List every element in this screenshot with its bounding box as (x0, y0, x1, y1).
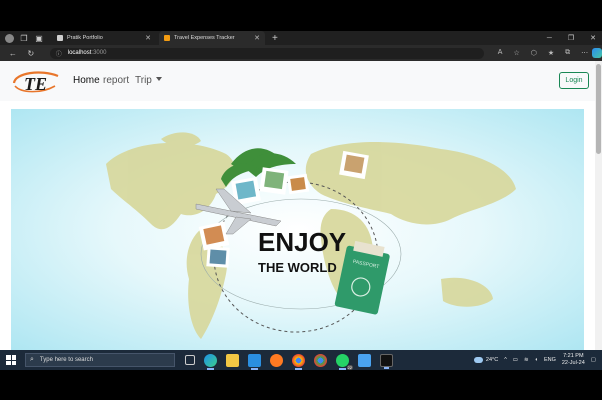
volume-icon[interactable]: ◖ (535, 357, 538, 363)
file-explorer-icon[interactable] (226, 353, 239, 367)
search-placeholder: Type here to search (39, 357, 93, 363)
favorites-icon[interactable]: ★ (548, 49, 554, 57)
windows-taskbar: ⌕ Type here to search 22 24°C ^ ▭ ≋ ◖ EN… (0, 350, 602, 370)
brand-logo[interactable]: TE (11, 70, 61, 94)
files-icon[interactable] (358, 353, 371, 367)
caret-down-icon (155, 77, 162, 81)
search-icon: ⌕ (30, 356, 34, 363)
tab-travel-expenses-tracker[interactable]: Travel Expenses Tracker ✕ (159, 31, 265, 45)
refresh-icon[interactable]: ↻ (26, 49, 36, 58)
system-tray: 24°C ^ ▭ ≋ ◖ ENG 7:21 PM 22-Jul-24 ▢ (473, 350, 596, 370)
close-icon[interactable]: ✕ (145, 34, 151, 42)
close-icon[interactable]: ✕ (254, 34, 260, 42)
window-close-icon[interactable]: ✕ (590, 34, 596, 42)
read-aloud-icon[interactable]: A (498, 49, 503, 57)
collections-icon[interactable]: ⧉ (565, 49, 570, 57)
clock-time: 7:21 PM (563, 353, 584, 359)
world-map-illustration: PASSPORT ENJOY THE WORLD (106, 132, 516, 339)
copilot-icon[interactable] (592, 48, 602, 58)
task-view-icon[interactable] (185, 355, 195, 365)
windows-start-icon[interactable] (6, 355, 16, 365)
app-favicon-icon (164, 35, 170, 41)
nav-trip-label: Trip (135, 75, 152, 86)
url-port: :3000 (91, 50, 107, 56)
site-info-icon[interactable]: ⓘ (56, 49, 62, 58)
vscode-icon[interactable] (248, 353, 261, 370)
address-toolbar: ← ↻ ⓘ localhost :3000 A ☆ ⬡ ★ ⧉ ⋯ (0, 45, 602, 61)
page-icon (57, 35, 63, 41)
weather-widget[interactable]: 24°C (473, 357, 499, 363)
battery-icon[interactable]: ▭ (513, 357, 518, 363)
language-indicator[interactable]: ENG (544, 357, 556, 363)
clock-date: 22-Jul-24 (561, 360, 585, 366)
edge-browser-icon[interactable] (204, 353, 217, 370)
cloud-icon (473, 357, 483, 363)
taskbar-search-box[interactable]: ⌕ Type here to search (25, 353, 175, 367)
nav-home-link[interactable]: Home (73, 75, 100, 86)
collections-icon[interactable]: ❐ (19, 33, 29, 43)
toolbar-icons: A ☆ ⬡ ★ ⧉ ⋯ (498, 49, 588, 57)
site-navbar: TE Home report Trip Login (0, 61, 595, 101)
window-controls: ─ ❐ ✕ (547, 31, 596, 45)
terminal-icon[interactable] (380, 353, 393, 369)
chrome-alt-icon[interactable] (314, 353, 327, 367)
nav-trip-dropdown[interactable]: Trip (135, 75, 162, 86)
chrome-icon[interactable] (292, 353, 305, 370)
screen: ❐ ▣ Pratik Portfolio ✕ Travel Expenses T… (0, 0, 602, 400)
tab-title: Travel Expenses Tracker (174, 35, 235, 41)
hero-title-enjoy: ENJOY (258, 227, 346, 257)
wifi-icon[interactable]: ≋ (524, 357, 529, 363)
clock[interactable]: 7:21 PM 22-Jul-24 (562, 353, 585, 367)
url-host: localhost (67, 50, 92, 56)
browser-tab-bar: ❐ ▣ Pratik Portfolio ✕ Travel Expenses T… (0, 31, 602, 45)
address-bar[interactable]: ⓘ localhost :3000 (49, 47, 484, 59)
taskbar-apps: 22 (185, 353, 393, 370)
temperature: 24°C (485, 357, 499, 363)
firefox-icon[interactable] (270, 353, 283, 367)
back-arrow-icon[interactable]: ← (8, 49, 18, 58)
whatsapp-icon[interactable]: 22 (336, 353, 353, 370)
more-menu-icon[interactable]: ⋯ (581, 49, 588, 57)
hero-banner: PASSPORT ENJOY THE WORLD (11, 109, 584, 350)
svg-text:TE: TE (24, 74, 47, 94)
new-tab-plus-icon[interactable]: + (272, 33, 278, 44)
hero-title-the-world: THE WORLD (258, 260, 337, 275)
minimize-icon[interactable]: ─ (547, 35, 552, 42)
tab-actions-icon[interactable]: ▣ (34, 33, 44, 43)
chevron-up-icon[interactable]: ^ (504, 357, 507, 363)
page-scrollbar[interactable] (595, 61, 602, 350)
login-button[interactable]: Login (559, 72, 589, 89)
scrollbar-thumb[interactable] (596, 64, 601, 154)
nav-report-link[interactable]: report (103, 75, 129, 86)
tab-pratik-portfolio[interactable]: Pratik Portfolio ✕ (52, 31, 156, 45)
whatsapp-badge: 22 (346, 364, 353, 370)
notification-icon[interactable]: ▢ (591, 357, 596, 363)
web-page: TE Home report Trip Login PASSPORT ENJOY… (0, 61, 602, 350)
extensions-icon[interactable]: ⬡ (531, 49, 537, 57)
profile-avatar[interactable] (5, 33, 14, 43)
maximize-icon[interactable]: ❐ (568, 34, 574, 42)
tab-title: Pratik Portfolio (67, 35, 103, 41)
favorite-star-icon[interactable]: ☆ (513, 49, 519, 57)
